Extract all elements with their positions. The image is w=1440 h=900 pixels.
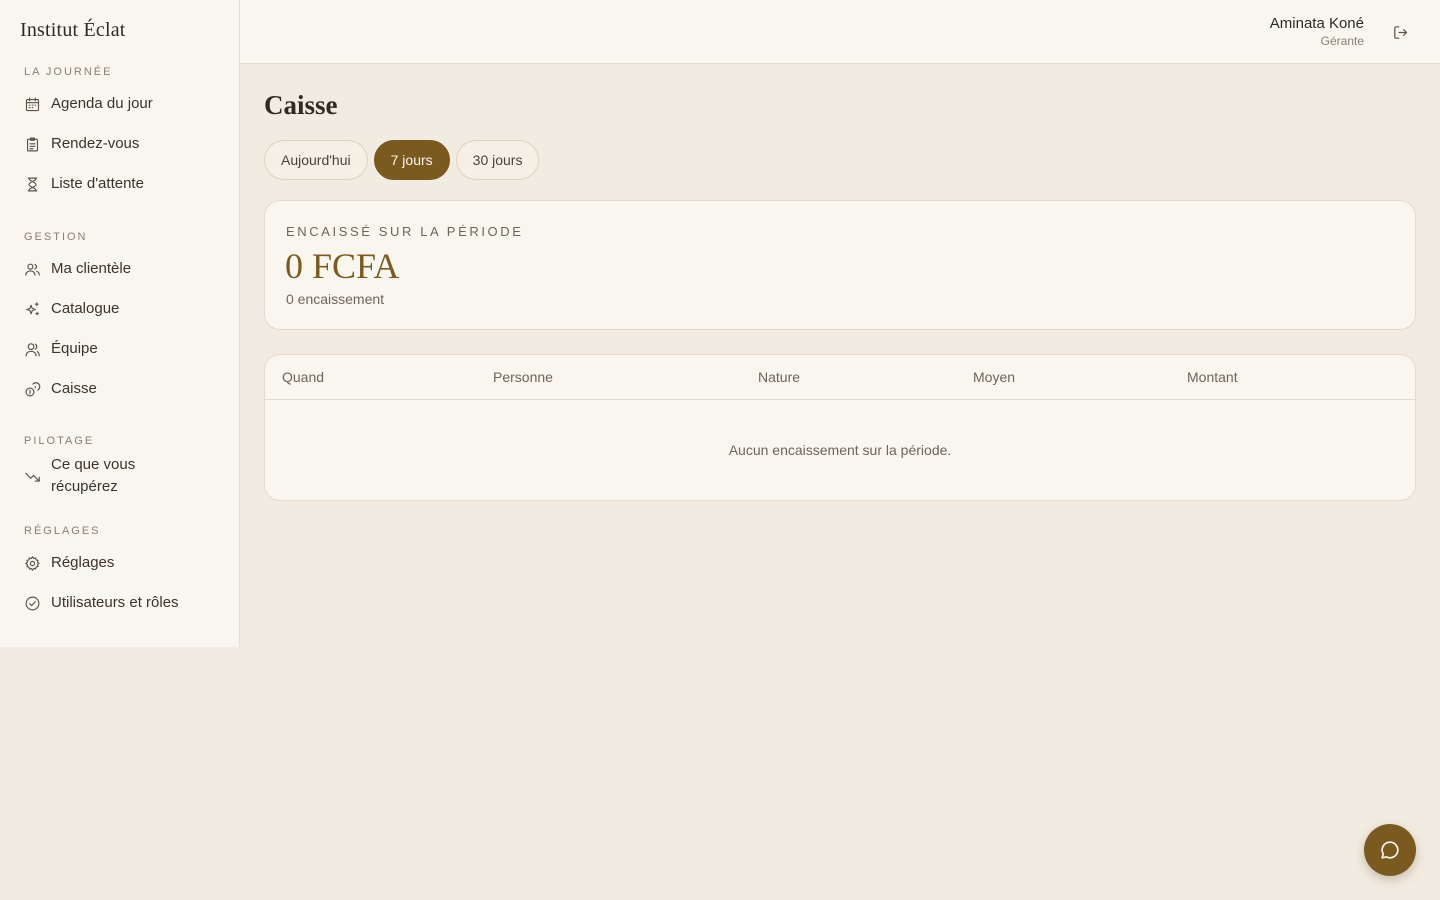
check-circle-icon <box>24 595 41 612</box>
sidebar-item-caisse[interactable]: Caisse <box>16 371 224 407</box>
sidebar-item-reglages[interactable]: Réglages <box>16 545 224 581</box>
summary-count: 0 encaissement <box>286 291 385 307</box>
summary-amount: 0 FCFA <box>285 246 400 286</box>
team-icon <box>24 341 41 358</box>
sidebar-item-label: Ma clientèle <box>51 260 132 277</box>
sidebar-item-utilisateurs[interactable]: Utilisateurs et rôles <box>16 585 224 621</box>
sidebar-item-rendez-vous[interactable]: Rendez-vous <box>16 126 224 162</box>
gear-icon <box>24 555 41 572</box>
sidebar-item-label: Agenda du jour <box>51 95 153 112</box>
column-header-nature[interactable]: Nature <box>758 369 800 385</box>
chat-icon <box>1379 839 1401 861</box>
empty-state-message: Aucun encaissement sur la période. <box>728 442 952 458</box>
tab-aujourdhui[interactable]: Aujourd'hui <box>264 140 368 180</box>
section-label-gestion: GESTION <box>24 231 88 243</box>
sparkles-icon <box>24 301 41 318</box>
sidebar-item-catalogue[interactable]: Catalogue <box>16 291 224 327</box>
trending-down-icon <box>24 468 41 485</box>
sidebar-item-liste-attente[interactable]: Liste d'attente <box>16 166 224 202</box>
summary-card: ENCAISSÉ SUR LA PÉRIODE 0 FCFA 0 encaiss… <box>264 200 1416 330</box>
sidebar-item-label: Réglages <box>51 554 115 571</box>
user-info: Aminata Koné Gérante <box>1270 15 1364 49</box>
sidebar-item-label: Rendez-vous <box>51 135 140 152</box>
sidebar-item-recuperez[interactable]: Ce que vous récupérez <box>16 452 216 500</box>
column-header-personne[interactable]: Personne <box>493 369 553 385</box>
column-header-quand[interactable]: Quand <box>282 369 324 385</box>
sidebar-item-label: Caisse <box>51 380 97 397</box>
app-shell: Institut Éclat LA JOURNÉE Agenda du jour… <box>0 0 1440 647</box>
calendar-icon <box>24 96 41 113</box>
period-tabs: Aujourd'hui 7 jours 30 jours <box>264 140 540 180</box>
sidebar-item-label: Catalogue <box>51 300 120 317</box>
sidebar-item-equipe[interactable]: Équipe <box>16 331 224 367</box>
users-icon <box>24 261 41 278</box>
table-header: Quand Personne Nature Moyen Montant <box>265 355 1415 400</box>
clipboard-icon <box>24 136 41 153</box>
page-title: Caisse <box>264 90 338 120</box>
user-role: Gérante <box>1320 34 1364 48</box>
column-header-montant[interactable]: Montant <box>1187 369 1238 385</box>
main-content: Caisse Aujourd'hui 7 jours 30 jours ENCA… <box>240 64 1440 647</box>
section-label-reglages: RÉGLAGES <box>24 525 101 537</box>
hourglass-icon <box>24 176 41 193</box>
top-bar: Aminata Koné Gérante <box>240 0 1440 64</box>
logout-icon <box>1392 24 1409 41</box>
sidebar-item-agenda[interactable]: Agenda du jour <box>16 86 224 122</box>
logout-button[interactable] <box>1390 22 1410 42</box>
tab-30-jours[interactable]: 30 jours <box>455 140 540 180</box>
summary-label: ENCAISSÉ SUR LA PÉRIODE <box>286 224 524 239</box>
sidebar-item-label: Équipe <box>51 340 98 357</box>
brand-logo[interactable]: Institut Éclat <box>20 19 126 42</box>
sidebar: Institut Éclat LA JOURNÉE Agenda du jour… <box>0 0 240 647</box>
user-name: Aminata Koné <box>1269 15 1364 32</box>
sidebar-item-label: Ce que vous récupérez <box>51 456 136 495</box>
sidebar-item-label: Utilisateurs et rôles <box>51 594 179 611</box>
column-header-moyen[interactable]: Moyen <box>973 369 1015 385</box>
section-label-la-journee: LA JOURNÉE <box>24 66 113 78</box>
coins-icon <box>24 381 41 398</box>
sidebar-item-clientele[interactable]: Ma clientèle <box>16 251 224 287</box>
section-label-pilotage: PILOTAGE <box>24 435 95 447</box>
sidebar-item-label: Liste d'attente <box>51 175 144 192</box>
tab-7-jours[interactable]: 7 jours <box>373 140 450 180</box>
transactions-table: Quand Personne Nature Moyen Montant Aucu… <box>264 354 1416 501</box>
chat-button[interactable] <box>1364 824 1416 876</box>
